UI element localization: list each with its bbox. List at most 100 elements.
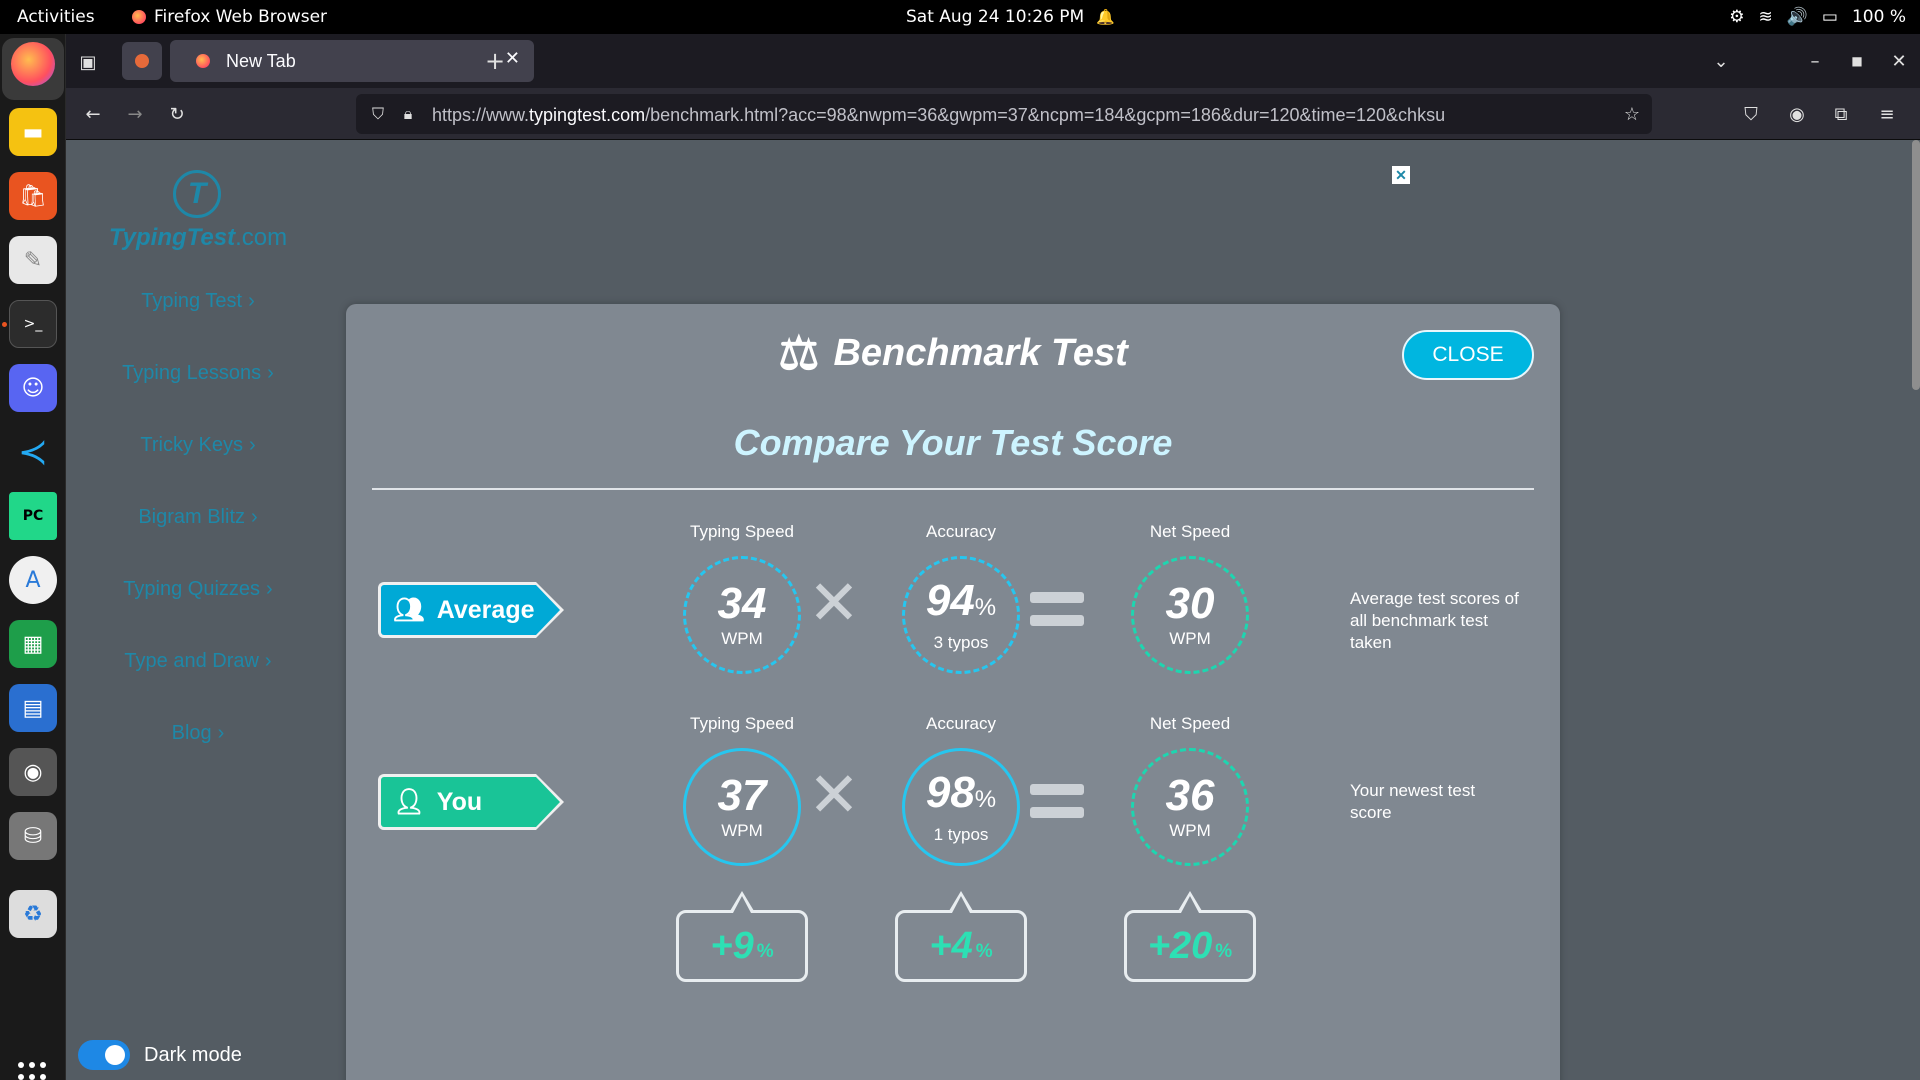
system-tray[interactable]: ⚙ ≋ 🔊 ▭ 100 %	[1729, 7, 1906, 27]
tag-arrow	[536, 777, 560, 827]
you-note: Your newest test score	[1350, 781, 1476, 822]
minimize-window-button[interactable]: –	[1800, 46, 1830, 76]
libreoffice-writer-dock-icon[interactable]: ▤	[9, 684, 57, 732]
close-window-button[interactable]: ✕	[1884, 46, 1914, 76]
pycharm-dock-icon[interactable]: PC	[9, 492, 57, 540]
multiply-icon: ✕	[808, 758, 860, 831]
dark-mode-toggle[interactable]: Dark mode	[78, 1040, 242, 1070]
system-top-bar: Activities Firefox Web Browser Sat Aug 2…	[0, 0, 1920, 34]
libreoffice-calc-dock-icon[interactable]: ▦	[9, 620, 57, 668]
text-editor-dock-icon[interactable]: ✎	[9, 236, 57, 284]
close-button[interactable]: CLOSE	[1402, 330, 1534, 380]
net-speed-label: Net Speed	[1149, 522, 1231, 541]
average-tag-label: Average	[436, 595, 535, 624]
terminal-dock-icon[interactable]: >_	[9, 300, 57, 348]
site-sidebar: T TypingTest.com Typing Test › Typing Les…	[66, 140, 330, 1080]
tab-title: New Tab	[226, 51, 296, 71]
nav-typing-quizzes[interactable]: Typing Quizzes ›	[66, 578, 330, 601]
net-speed-label: Net Speed	[1149, 714, 1231, 733]
you-net-unit: WPM	[1169, 821, 1211, 840]
logo-main: TypingTest	[108, 224, 236, 251]
maximize-window-button[interactable]: ■	[1842, 46, 1872, 76]
toggle-switch[interactable]	[78, 1040, 130, 1070]
back-arrow-icon[interactable]: ←	[78, 99, 108, 129]
multiply-icon: ✕	[808, 566, 860, 639]
typing-speed-label: Typing Speed	[690, 714, 794, 733]
disk-usage-dock-icon[interactable]: ◉	[9, 748, 57, 796]
discord-dock-icon[interactable]: ☺	[9, 364, 57, 412]
equals-icon	[1030, 592, 1084, 638]
net-diff-value: +20	[1147, 924, 1213, 967]
tracking-shield-icon[interactable]: ⛉	[366, 102, 390, 126]
nav-label: Typing Quizzes	[123, 578, 261, 600]
browser-tab-bar: ▣ New Tab ✕ + ⌄ – ■ ✕	[66, 34, 1920, 88]
average-note: Average test scores of all benchmark tes…	[1350, 589, 1519, 652]
firefox-icon	[132, 10, 146, 24]
you-speed-unit: WPM	[721, 821, 763, 840]
modal-title-text: Benchmark Test	[833, 331, 1128, 374]
average-tag: 👥︎ Average	[378, 582, 564, 638]
site-logo[interactable]: TypingTest.com	[66, 224, 330, 252]
url-path: /benchmark.html?acc=98&nwpm=36&gwpm=37&n…	[645, 105, 1446, 125]
menu-hamburger-icon[interactable]: ≡	[1872, 99, 1902, 129]
ad-close-icon[interactable]: ✕	[1392, 166, 1410, 184]
you-typos: 1 typos	[933, 824, 989, 844]
typingtest-logo-icon[interactable]: T	[173, 170, 221, 218]
new-tab-button[interactable]: +	[480, 46, 510, 76]
activities-button[interactable]: Activities	[17, 7, 95, 27]
lock-icon[interactable]: 🔒︎	[396, 102, 420, 126]
url-bar[interactable]: ⛉ 🔒︎ https://www.typingtest.com/benchmar…	[356, 94, 1652, 134]
reload-icon[interactable]: ↻	[162, 99, 192, 129]
pinned-tab[interactable]	[122, 42, 162, 80]
nav-tricky-keys[interactable]: Tricky Keys ›	[66, 434, 330, 457]
accuracy-label: Accuracy	[926, 522, 996, 541]
modal-title: ⚖ Benchmark Test	[346, 326, 1560, 380]
battery-icon: ▭	[1821, 7, 1838, 27]
nav-typing-lessons[interactable]: Typing Lessons ›	[66, 362, 330, 385]
logo-suffix: .com	[235, 224, 288, 251]
url-prefix: https://www.	[432, 105, 530, 125]
firefox-dock-icon[interactable]	[11, 42, 55, 86]
page-scrollbar[interactable]	[1912, 140, 1920, 390]
chevron-right-icon: ›	[248, 290, 255, 312]
average-net-value: 30	[1165, 579, 1215, 628]
url-text[interactable]: https://www.typingtest.com/benchmark.htm…	[432, 105, 1602, 126]
app-center-dock-icon[interactable]: 🛍	[9, 172, 57, 220]
average-accuracy-value: 94	[925, 575, 975, 625]
users-icon: 👥︎	[393, 595, 425, 624]
bookmark-star-icon[interactable]: ☆	[1620, 102, 1644, 126]
accuracy-label: Accuracy	[926, 714, 996, 733]
accuracy-diff-bubble: +4%	[895, 891, 1027, 982]
list-tabs-chevron-down-icon[interactable]: ⌄	[1706, 46, 1736, 76]
vscode-dock-icon[interactable]: ≺	[9, 428, 57, 476]
chevron-right-icon: ›	[264, 650, 272, 672]
nav-typing-test[interactable]: Typing Test ›	[66, 290, 330, 313]
nav-blog[interactable]: Blog ›	[66, 722, 330, 745]
trash-dock-icon[interactable]: ♻	[9, 890, 57, 938]
ubuntu-dock: ▬ 🛍 ✎ >_ ☺ ≺ PC A ▦ ▤ ◉ ⛁ ♻	[0, 34, 66, 1080]
nav-bigram-blitz[interactable]: Bigram Blitz ›	[66, 506, 330, 529]
forward-arrow-icon[interactable]: →	[120, 99, 150, 129]
extensions-icon[interactable]: ⧉	[1826, 99, 1856, 129]
nav-type-and-draw[interactable]: Type and Draw ›	[66, 650, 330, 673]
typing-speed-label: Typing Speed	[690, 522, 794, 541]
drive-dock-icon[interactable]: ⛁	[9, 812, 57, 860]
you-accuracy-circle: 98% 1 typos	[902, 748, 1020, 866]
scale-icon: ⚖	[778, 327, 820, 379]
average-typos: 3 typos	[933, 632, 989, 652]
app-menu[interactable]: Firefox Web Browser	[132, 7, 327, 27]
account-icon[interactable]: ◉	[1782, 99, 1812, 129]
show-apps-icon[interactable]	[18, 1062, 48, 1080]
pocket-icon[interactable]: ⛉	[1736, 99, 1766, 129]
software-updater-dock-icon[interactable]: A	[9, 556, 57, 604]
files-dock-icon[interactable]: ▬	[9, 108, 57, 156]
tag-arrow	[536, 585, 560, 635]
average-accuracy-circle: 94% 3 typos	[902, 556, 1020, 674]
diff-unit: %	[975, 941, 993, 962]
clock[interactable]: Sat Aug 24 10:26 PM	[906, 7, 1084, 27]
percent-sign: %	[974, 785, 997, 813]
tab-overview-icon[interactable]: ▣	[74, 48, 102, 76]
average-net-circle: 30 WPM	[1131, 556, 1249, 674]
average-speed-value: 34	[717, 579, 767, 628]
diff-unit: %	[756, 941, 774, 962]
